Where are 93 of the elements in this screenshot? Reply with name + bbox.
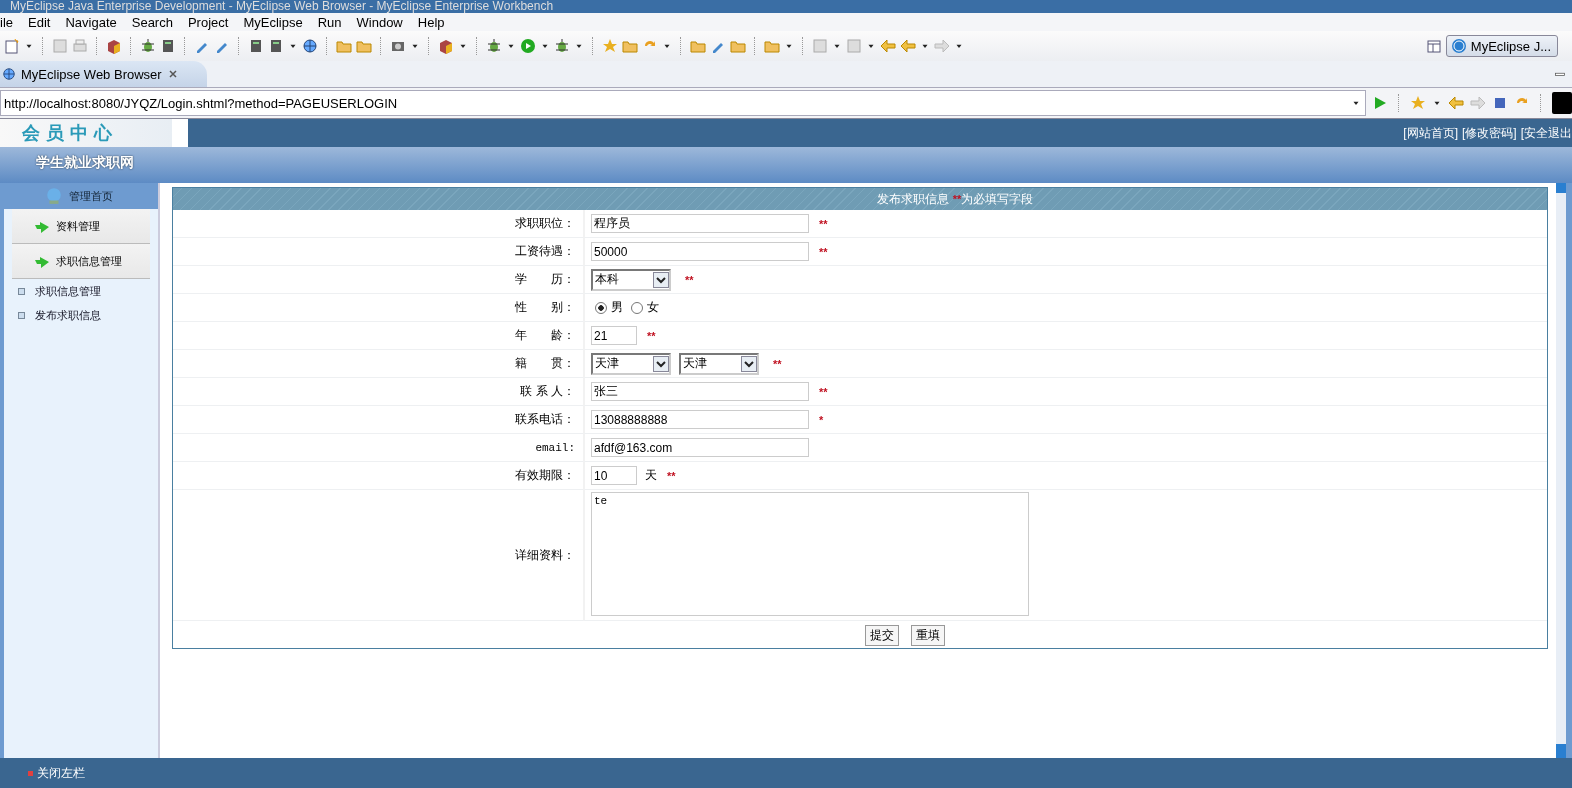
server-icon[interactable]	[248, 38, 264, 54]
radio-label: 男	[611, 299, 623, 316]
menu-item[interactable]: Navigate	[58, 14, 125, 30]
star-icon[interactable]	[602, 38, 618, 54]
site-name: 学生就业求职网	[36, 154, 134, 170]
bug-icon[interactable]	[140, 38, 156, 54]
required-mark: **	[773, 357, 782, 370]
field-label: 工资待遇：	[515, 243, 575, 260]
input-field[interactable]: 13088888888	[591, 410, 809, 429]
required-mark: **	[952, 193, 962, 205]
menu-item[interactable]: Project	[180, 14, 237, 30]
chevron-icon	[653, 355, 669, 372]
input-field[interactable]: 21	[591, 326, 637, 345]
folder-icon[interactable]	[622, 38, 638, 54]
menu-item[interactable]: Edit	[21, 14, 59, 30]
menu-item[interactable]: Run	[310, 14, 350, 30]
form-note: 为必填写字段	[961, 190, 1034, 208]
field-label: 年 龄：	[515, 327, 575, 344]
input-field[interactable]: 50000	[591, 242, 809, 261]
chevron-icon	[653, 271, 669, 288]
radio-label: 女	[647, 299, 659, 316]
required-mark: **	[819, 217, 828, 230]
window-title: MyEclipse Java Enterprise Development - MyEclipse Web Browser - MyEclipse Enterprise Workbench	[0, 0, 1572, 13]
input-field[interactable]: 10	[591, 466, 637, 485]
field-label: 学 历：	[515, 271, 575, 288]
arrow-left-icon[interactable]	[1448, 95, 1464, 111]
field-label: 性 别：	[515, 299, 575, 316]
header-link[interactable]: [安全退出	[1520, 124, 1572, 142]
sidebar-section[interactable]: 资料管理	[12, 209, 150, 244]
scrollbar[interactable]	[1556, 183, 1566, 758]
globe-icon	[2, 67, 16, 81]
radio-button[interactable]	[595, 301, 607, 314]
dropdown[interactable]: 本科	[591, 268, 671, 291]
site-logo: 会员中心	[0, 119, 172, 147]
menu-item[interactable]: MyEclipse	[236, 14, 311, 30]
header-link[interactable]: [网站首页]	[1403, 124, 1458, 142]
field-label: 详细资料：	[515, 546, 575, 564]
required-mark: *	[819, 413, 824, 426]
address-field[interactable]: http://localhost:8080/JYQZ/Login.shtml?method=PAGEUSERLOGIN	[0, 90, 1366, 116]
folder-icon[interactable]	[730, 38, 746, 54]
text-area[interactable]: te	[591, 492, 1029, 616]
required-mark: **	[667, 469, 676, 482]
stop-icon[interactable]	[1492, 95, 1508, 111]
menu-item[interactable]: Window	[349, 14, 411, 30]
folder-icon[interactable]	[356, 38, 372, 54]
required-mark: **	[819, 245, 828, 258]
dropdown[interactable]: 天津	[591, 352, 671, 375]
radio-button[interactable]	[631, 301, 643, 314]
field-label: 籍 贯：	[515, 355, 575, 372]
star-icon[interactable]	[1410, 95, 1426, 111]
sidebar-link[interactable]: 管理首页	[69, 188, 113, 204]
menu-item[interactable]: Help	[410, 14, 453, 30]
chevron-icon	[741, 355, 757, 372]
input-field[interactable]: 程序员	[591, 214, 809, 233]
field-label: 联 系 人：	[520, 383, 575, 400]
bug-icon[interactable]	[554, 38, 570, 54]
folder-icon[interactable]	[336, 38, 352, 54]
required-mark: **	[647, 329, 656, 342]
editor-tab[interactable]: MyEclipse Web Browser	[0, 61, 207, 87]
sidebar-link[interactable]: 求职信息管理	[35, 283, 101, 299]
form-button[interactable]: 重填	[911, 625, 945, 646]
dropdown[interactable]: 天津	[679, 352, 759, 375]
required-mark: **	[819, 385, 828, 398]
field-label: 求职职位：	[515, 215, 575, 232]
view-panel	[1552, 92, 1572, 114]
menu-item[interactable]: Search	[124, 14, 181, 30]
menu-item[interactable]: ile	[0, 14, 21, 30]
server-icon[interactable]	[160, 38, 176, 54]
required-mark: **	[685, 273, 694, 286]
header-link[interactable]: [修改密码]	[1462, 124, 1517, 142]
go-icon[interactable]	[1372, 95, 1388, 111]
perspective-button[interactable]: MyEclipse J...	[1445, 35, 1558, 57]
field-label: 有效期限：	[515, 467, 575, 484]
folder-icon[interactable]	[690, 38, 706, 54]
close-icon[interactable]	[166, 68, 179, 80]
server-icon[interactable]	[268, 38, 284, 54]
input-field[interactable]: afdf@163.com	[591, 438, 809, 457]
window-icon[interactable]	[1425, 38, 1442, 54]
bullet-icon	[18, 311, 25, 319]
form-button[interactable]: 提交	[865, 625, 899, 646]
input-field[interactable]: 张三	[591, 382, 809, 401]
cube-icon[interactable]	[106, 38, 122, 54]
unit-label: 天	[645, 467, 657, 484]
sidebar-section[interactable]: 求职信息管理	[12, 244, 150, 279]
bug-icon[interactable]	[486, 38, 502, 54]
sidebar-link[interactable]: 发布求职信息	[35, 307, 101, 323]
globe-icon[interactable]	[302, 38, 318, 54]
field-label: 联系电话：	[515, 411, 575, 428]
form-title: 发布求职信息	[876, 190, 949, 208]
cube-icon[interactable]	[438, 38, 454, 54]
bullet-icon	[18, 287, 25, 295]
close-sidebar-link[interactable]: 关闭左栏	[37, 764, 85, 782]
field-label: email:	[535, 441, 575, 454]
